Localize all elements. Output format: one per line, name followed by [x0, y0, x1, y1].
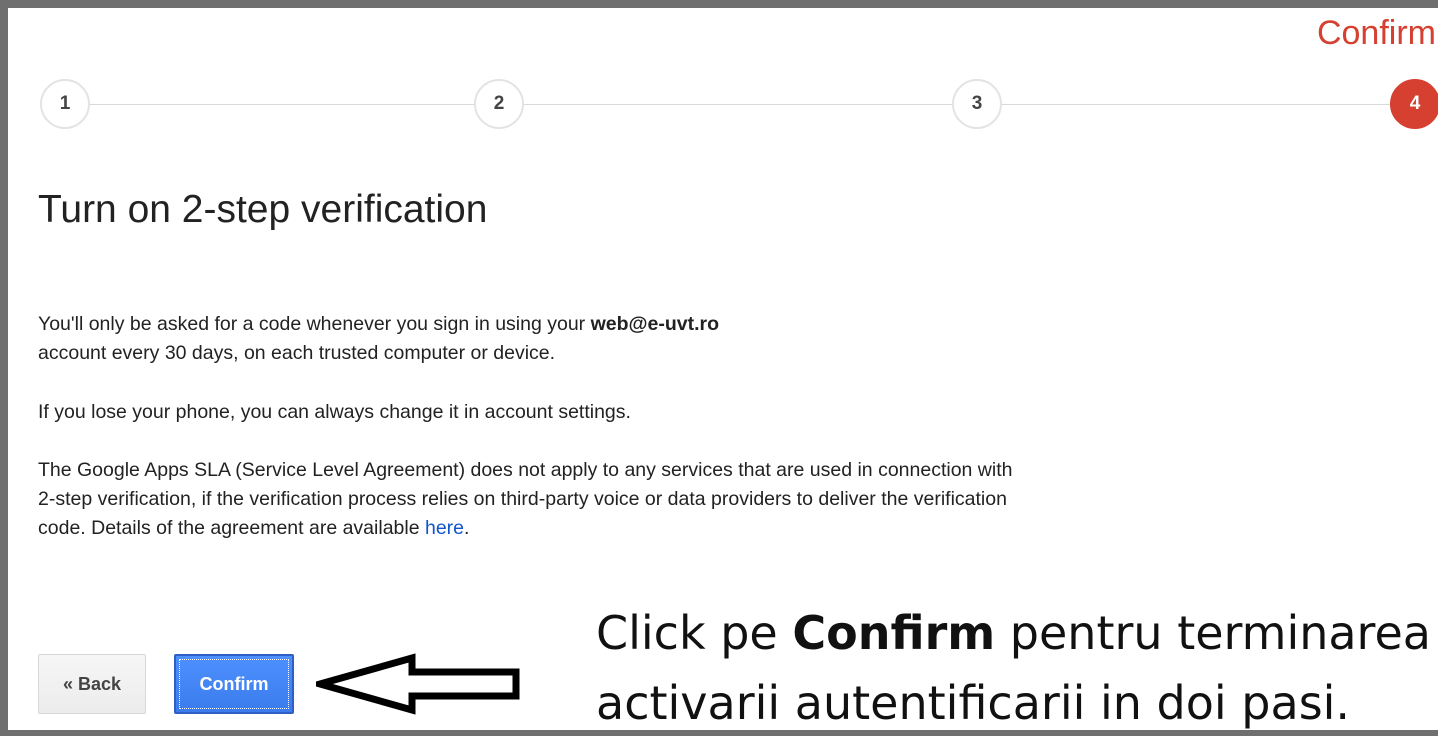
sla-period: .	[464, 517, 470, 539]
confirm-button[interactable]: Confirm	[174, 654, 294, 714]
lost-phone-paragraph: If you lose your phone, you can always c…	[38, 401, 631, 423]
left-arrow-icon	[316, 653, 520, 715]
sla-paragraph: The Google Apps SLA (Service Level Agree…	[38, 456, 1028, 543]
annotation-confirm-bold: Confirm	[792, 606, 996, 660]
stepper-line	[60, 104, 1408, 105]
annotation-line-1: Click pe Confirm pentru terminarea	[596, 606, 1431, 660]
p1-text: You'll only be asked for a code whenever…	[38, 313, 591, 335]
step-3: 3	[952, 79, 1002, 129]
back-button[interactable]: « Back	[38, 654, 146, 714]
annotation-prefix: Click pe	[596, 606, 793, 660]
step-1: 1	[40, 79, 90, 129]
step-2: 2	[474, 79, 524, 129]
code-frequency-paragraph: You'll only be asked for a code whenever…	[38, 310, 978, 368]
step-4-active: 4	[1390, 79, 1438, 129]
page-title: Turn on 2-step verification	[38, 188, 488, 231]
annotation-line-2: activarii autentificarii in doi pasi.	[596, 676, 1351, 730]
sla-text: The Google Apps SLA (Service Level Agree…	[38, 459, 1013, 539]
account-email: web@e-uvt.ro	[590, 313, 720, 335]
annotation-suffix: pentru terminarea	[995, 606, 1431, 660]
current-step-label: Confirm	[1316, 14, 1436, 52]
sla-here-link[interactable]: here	[425, 517, 464, 539]
p1-cont: account every 30 days, on each trusted c…	[38, 342, 556, 364]
